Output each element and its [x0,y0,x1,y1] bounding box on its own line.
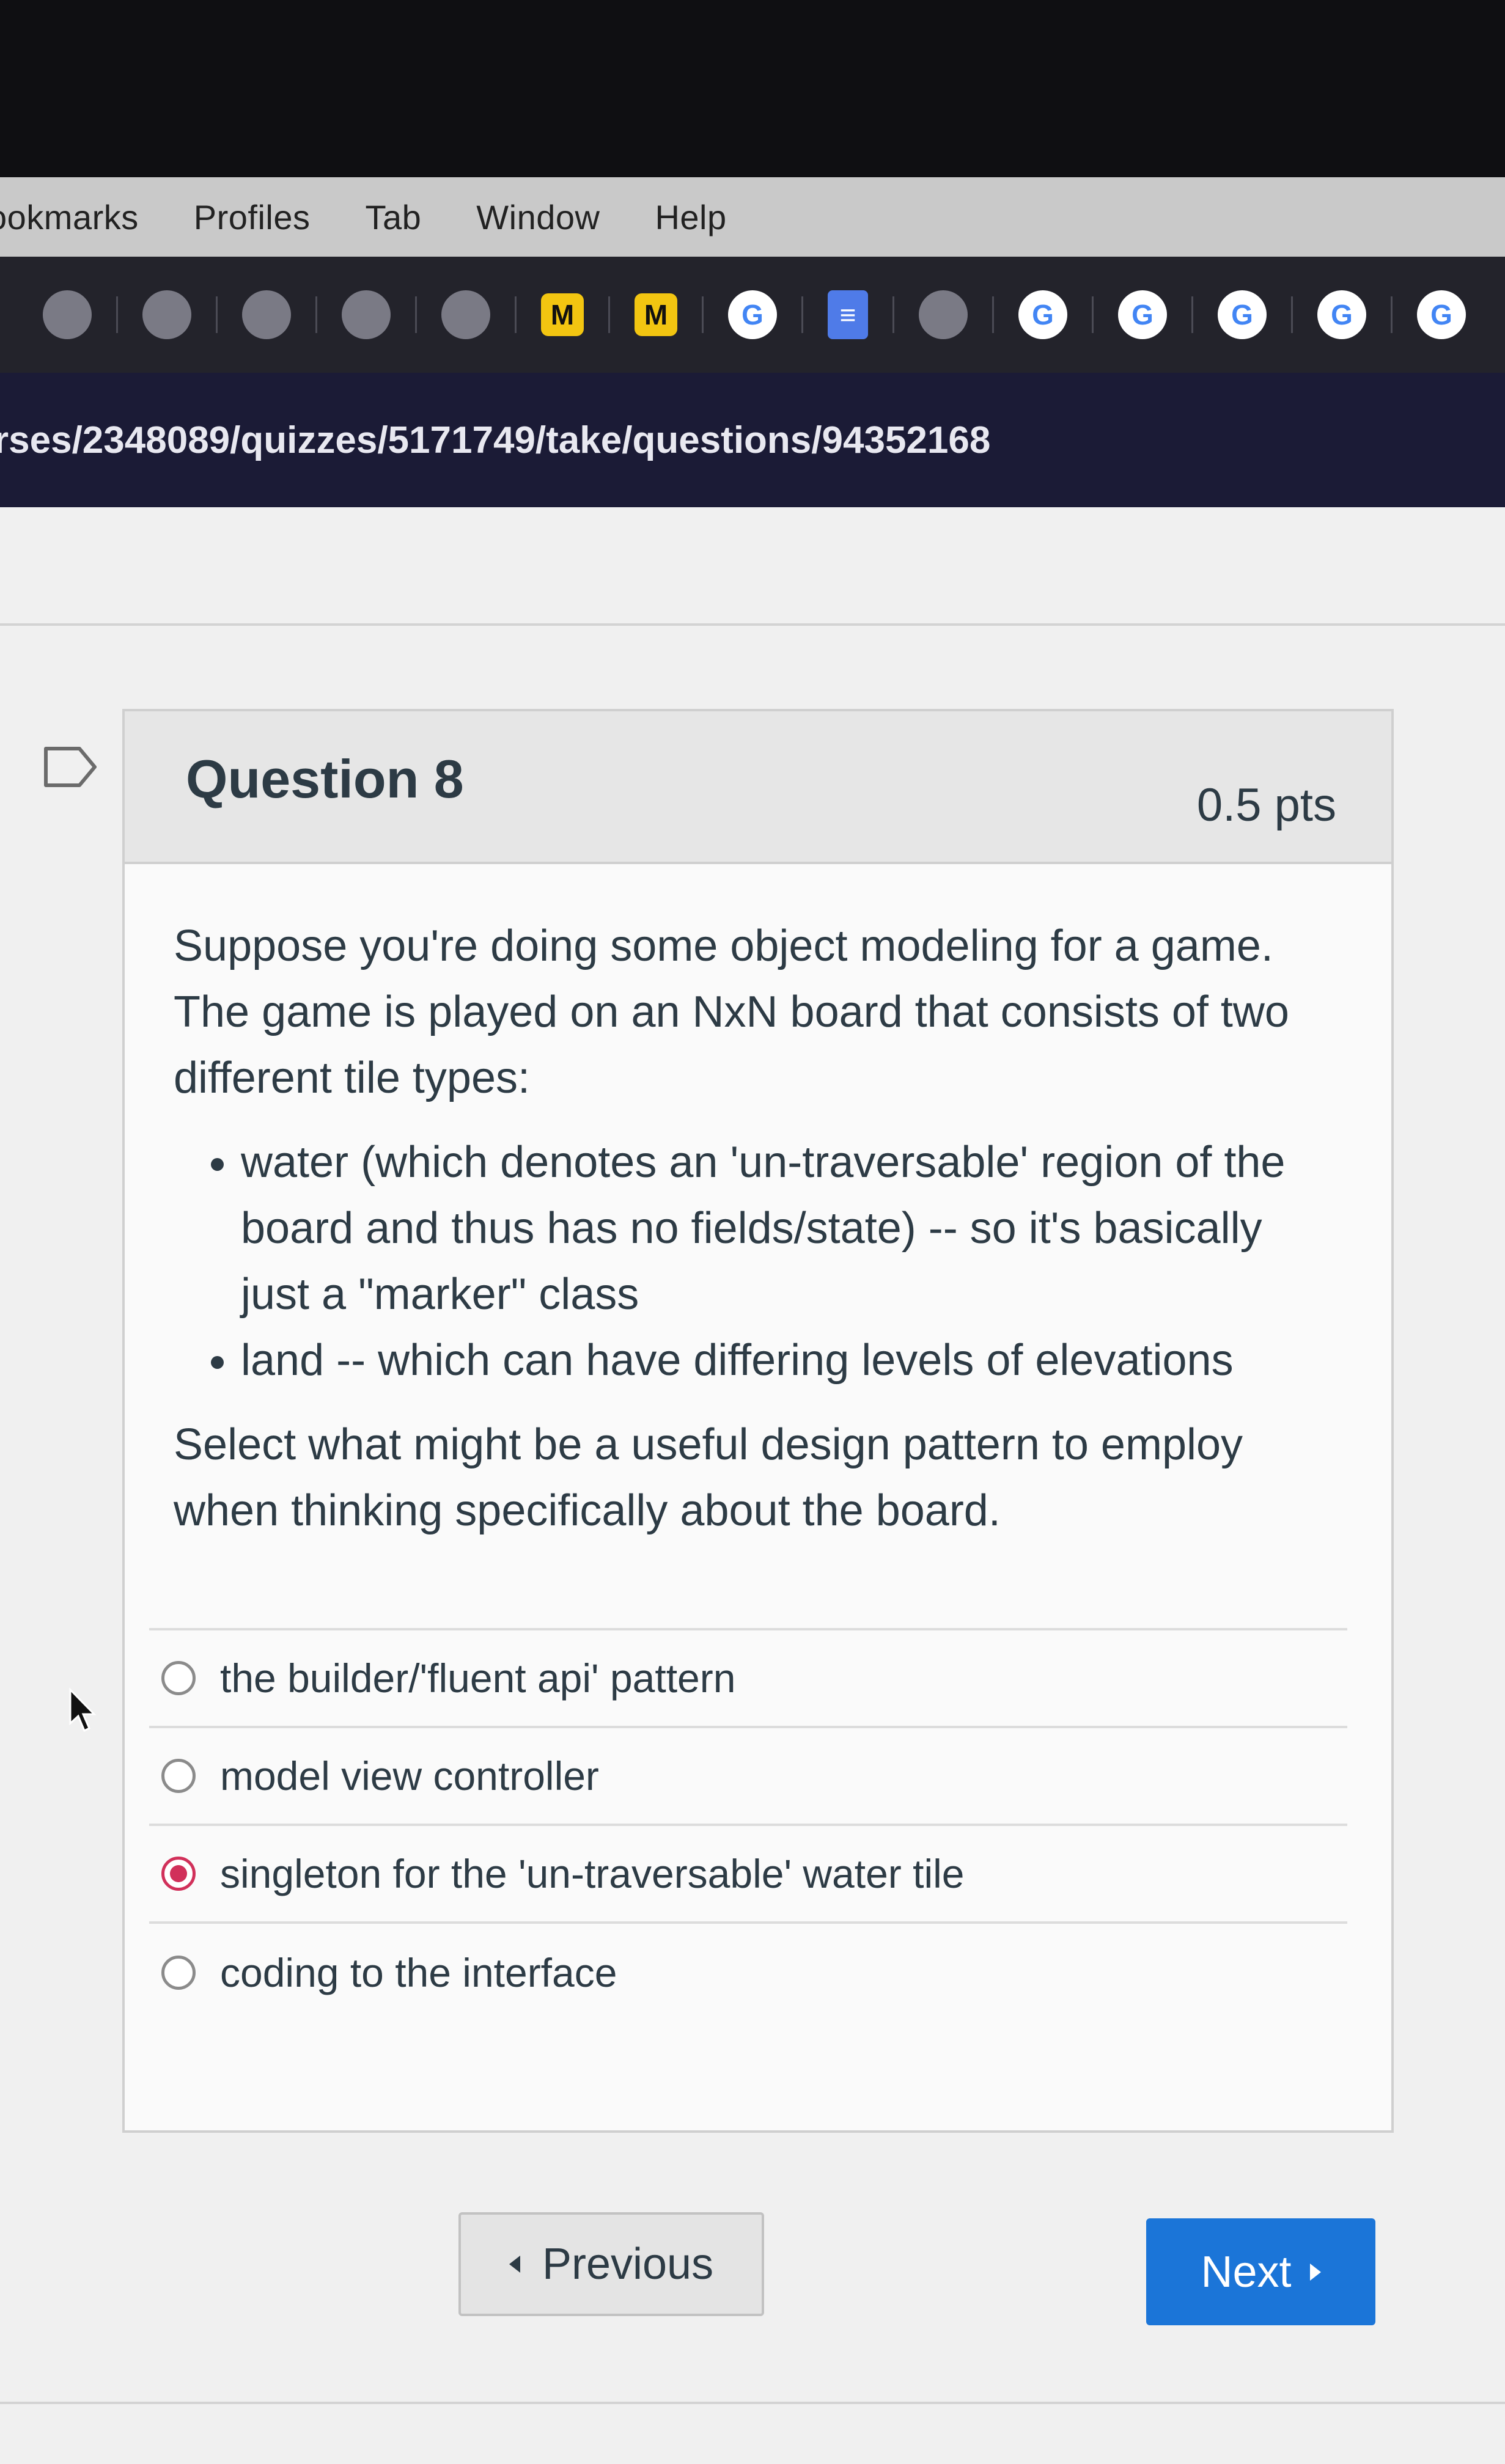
previous-button[interactable]: Previous [458,2212,764,2316]
address-bar[interactable]: rses/2348089/quizzes/5171749/take/questi… [0,373,1505,507]
google-tab-icon[interactable]: G [1218,290,1267,339]
answer-option[interactable]: the builder/'fluent api' pattern [149,1630,1347,1728]
tab-separator [415,296,417,333]
chevron-left-icon [509,2256,520,2273]
google-tab-icon[interactable]: G [1018,290,1067,339]
yellow-tab-icon[interactable]: M [635,293,677,336]
menu-profiles[interactable]: Profiles [194,197,311,237]
browser-tab-icon[interactable] [142,290,191,339]
tab-separator [1092,296,1094,333]
question-header: Question 8 0.5 pts [125,711,1391,864]
answer-option-selected[interactable]: singleton for the 'un-traversable' water… [149,1826,1347,1924]
answer-label[interactable]: model view controller [220,1753,599,1799]
list-item: land -- which can have differing levels … [241,1327,1335,1393]
question-title: Question 8 [186,749,464,809]
mouse-cursor-icon [69,1687,97,1733]
radio-button[interactable] [161,1759,196,1793]
next-button[interactable]: Next [1146,2218,1375,2325]
screen-top-bezel [0,0,1505,196]
tab-separator [892,296,894,333]
google-tab-icon[interactable]: G [1317,290,1366,339]
tab-separator [1191,296,1193,333]
tab-separator [216,296,218,333]
browser-tab-icon[interactable] [242,290,291,339]
browser-tab-icon[interactable] [43,290,92,339]
question-card: Question 8 0.5 pts Suppose you're doing … [122,709,1394,2133]
menu-tab[interactable]: Tab [365,197,421,237]
radio-button[interactable] [161,1661,196,1695]
yellow-tab-icon[interactable]: M [541,293,584,336]
answer-list: the builder/'fluent api' pattern model v… [149,1628,1347,2022]
tab-separator [315,296,317,333]
browser-tab-strip: M M G ≡ G G G G G [0,257,1505,373]
os-menu-bar: ookmarks Profiles Tab Window Help [0,177,1505,257]
browser-tab-icon[interactable] [919,290,968,339]
menu-window[interactable]: Window [476,197,600,237]
previous-button-label: Previous [542,2240,714,2289]
google-tab-icon[interactable]: G [1118,290,1167,339]
answer-option[interactable]: model view controller [149,1728,1347,1826]
flag-question-icon[interactable] [43,746,98,788]
next-button-label: Next [1201,2247,1292,2297]
tab-separator [702,296,704,333]
menu-help[interactable]: Help [655,197,726,237]
tab-separator [992,296,994,333]
answer-option[interactable]: coding to the interface [149,1924,1347,2022]
answer-label[interactable]: coding to the interface [220,1949,617,1996]
tab-separator [1291,296,1293,333]
chevron-right-icon [1309,2263,1321,2281]
radio-button[interactable] [161,1956,196,1990]
address-bar-url[interactable]: rses/2348089/quizzes/5171749/take/questi… [0,419,990,462]
tab-separator [801,296,803,333]
tile-type-list: water (which denotes an 'un-traversable'… [174,1129,1335,1393]
answer-label[interactable]: singleton for the 'un-traversable' water… [220,1850,965,1897]
question-intro: Suppose you're doing some object modelin… [174,922,1289,1102]
list-item: water (which denotes an 'un-traversable'… [241,1129,1335,1327]
question-text: Suppose you're doing some object modelin… [174,913,1335,1544]
browser-tab-icon[interactable] [441,290,490,339]
question-prompt: Select what might be a useful design pat… [174,1420,1243,1535]
answer-label[interactable]: the builder/'fluent api' pattern [220,1655,735,1701]
menu-bookmarks[interactable]: ookmarks [0,197,139,237]
tab-separator [515,296,517,333]
radio-button-selected[interactable] [161,1857,196,1891]
tab-separator [1391,296,1393,333]
browser-tab-icon[interactable] [342,290,391,339]
page-divider [0,623,1505,626]
google-tab-icon[interactable]: G [728,290,777,339]
docs-tab-icon[interactable]: ≡ [828,290,868,339]
footer-divider [0,2402,1505,2404]
tab-separator [608,296,610,333]
google-tab-icon[interactable]: G [1417,290,1466,339]
tab-separator [116,296,118,333]
question-points: 0.5 pts [1196,779,1336,831]
